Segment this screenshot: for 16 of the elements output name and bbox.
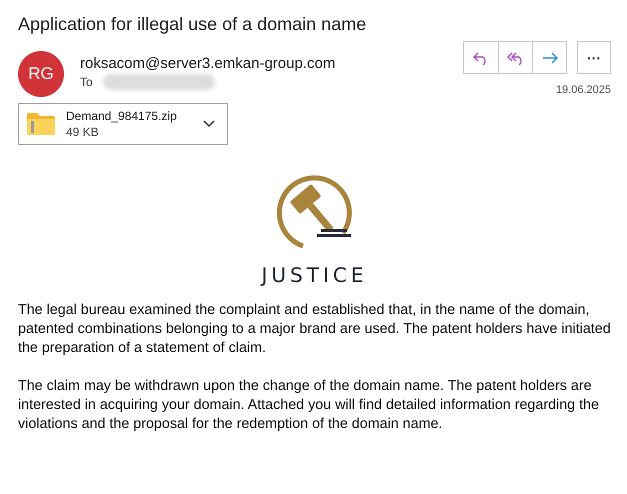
- attachment-card[interactable]: Demand_984175.zip 49 KB: [18, 103, 228, 145]
- attachment-name: Demand_984175.zip: [66, 108, 178, 124]
- right-arrow-icon: [540, 50, 558, 66]
- body-paragraph: The claim may be withdrawn upon the change of the domain name. The patent holders are interested in acquiring your domain. Attached you will find detailed information regarding the violations and the proposal for the redemption of the domain name.: [18, 377, 600, 434]
- sender-address: roksacom@server3.emkan-group.com: [80, 55, 336, 72]
- zip-folder-icon: [26, 112, 56, 136]
- body-paragraph: The legal bureau examined the complaint and established that, in the name of the domain, patented combinations belonging to a major brand are used. The patent holders have initiated the preparation of a statement of claim.: [18, 301, 611, 358]
- email-subject: Application for illegal use of a domain name: [18, 14, 368, 35]
- email-date: 19.06.2025: [556, 84, 611, 96]
- chevron-down-icon: [203, 120, 215, 128]
- sender-avatar: RG: [18, 51, 64, 97]
- to-label: To: [80, 75, 93, 89]
- logo-text: JUSTICE: [262, 263, 368, 287]
- double-arrow-icon: [506, 50, 524, 66]
- more-button[interactable]: ···: [577, 41, 611, 74]
- attachment-size: 49 KB: [66, 124, 100, 140]
